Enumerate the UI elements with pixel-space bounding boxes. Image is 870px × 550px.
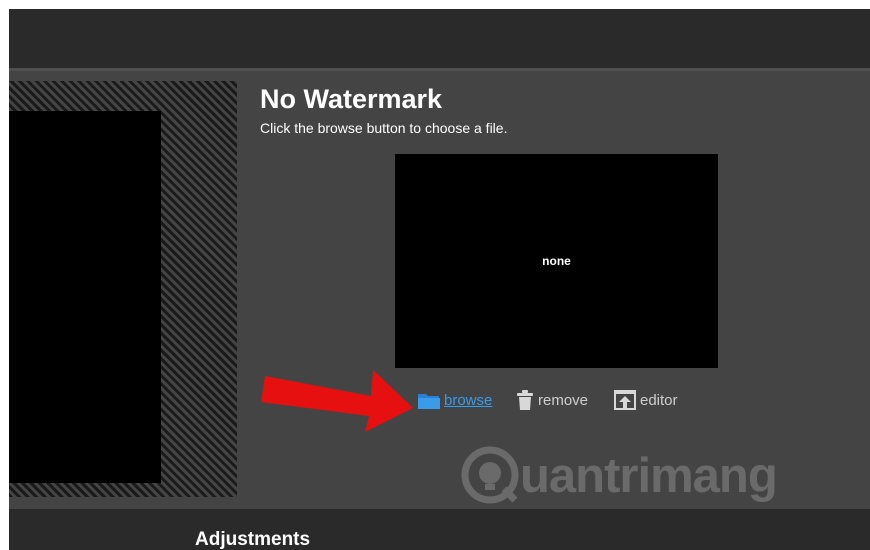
watermark-preview: none xyxy=(395,154,718,368)
logo-text: uantrimang xyxy=(520,449,778,503)
editor-button[interactable]: editor xyxy=(613,388,678,412)
adjustments-label: Adjustments xyxy=(195,529,311,550)
app-window: No Watermark Click the browse button to … xyxy=(9,9,870,550)
upload-icon xyxy=(613,389,637,411)
trash-icon xyxy=(515,389,535,411)
remove-label: remove xyxy=(538,391,589,409)
watermark-logo: uantrimang xyxy=(461,446,821,506)
adjustments-header[interactable]: Adjustments xyxy=(9,509,870,550)
top-toolbar xyxy=(9,9,870,68)
photo-preview xyxy=(9,111,161,483)
watermark-instructions: Click the browse button to choose a file… xyxy=(260,120,508,136)
remove-button[interactable]: remove xyxy=(515,388,588,412)
red-arrow-icon xyxy=(261,370,413,432)
watermark-panel: No Watermark Click the browse button to … xyxy=(9,71,870,509)
browse-label: browse xyxy=(444,391,493,409)
browse-button[interactable]: browse xyxy=(417,388,492,412)
editor-label: editor xyxy=(640,391,678,409)
watermark-preview-text: none xyxy=(542,254,571,268)
watermark-title: No Watermark xyxy=(260,84,443,114)
photo-preview-frame xyxy=(9,81,237,497)
folder-icon xyxy=(417,390,441,410)
bulb-logo-icon xyxy=(461,446,519,504)
